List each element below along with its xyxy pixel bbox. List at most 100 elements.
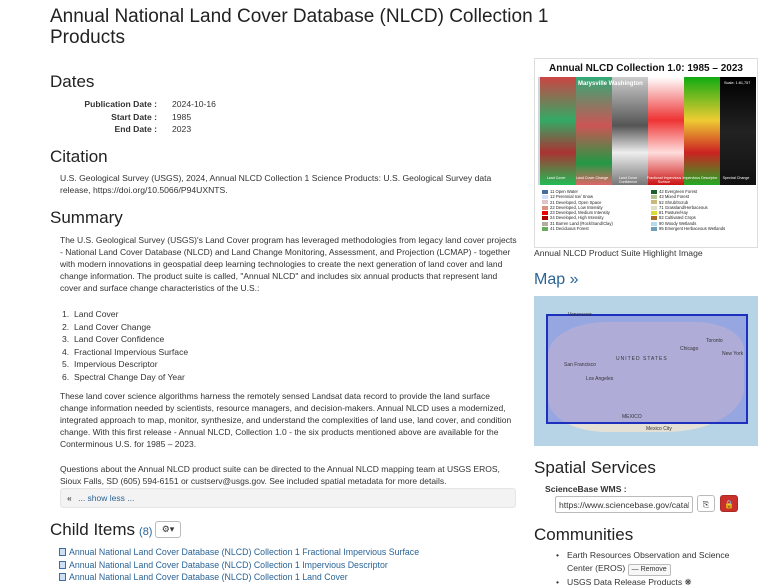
map-place-label: Vancouver	[568, 312, 592, 318]
gear-icon: ⚙	[161, 524, 170, 534]
legend-label: 81 Pasture/Hay	[659, 210, 688, 216]
citation-heading: Citation	[50, 147, 108, 166]
legend-swatch	[651, 226, 657, 231]
map-place-label: Mexico City	[646, 426, 672, 432]
show-less-toggle[interactable]: « ... show less ...	[60, 488, 516, 508]
summary-paragraph-1: The U.S. Geological Survey (USGS)'s Land…	[60, 235, 517, 293]
map-place-label: San Francisco	[564, 362, 596, 368]
page-title: Annual National Land Cover Database (NLC…	[50, 6, 549, 48]
communities-list: Earth Resources Observation and Science …	[556, 549, 746, 587]
legend-swatch	[542, 226, 548, 231]
map-extent-rectangle	[546, 314, 748, 424]
date-value: 1985	[172, 111, 192, 122]
legend-swatch	[651, 211, 657, 216]
document-icon	[59, 548, 66, 557]
scale-label: Scale: 1:81,757	[724, 81, 751, 85]
map-place-label: MEXICO	[622, 414, 642, 420]
highlight-image-caption: Annual NLCD Product Suite Highlight Imag…	[534, 248, 703, 258]
legend-label: 11 Open Water	[550, 189, 578, 194]
impervious-surface-panel	[648, 77, 684, 185]
legend-swatch	[651, 195, 657, 200]
dates-heading: Dates	[50, 72, 95, 91]
chevron-up-icon: «	[67, 493, 72, 503]
list-item: 6. Spectral Change Day of Year	[62, 371, 185, 382]
spectral-change-panel	[720, 77, 756, 185]
child-items-heading: Child Items (8)	[50, 520, 153, 539]
legend-label: 24 Developed, High Intensity	[550, 215, 604, 221]
legend-swatch	[651, 200, 657, 205]
wms-url-field[interactable]	[555, 496, 693, 513]
child-items-count: (8)	[139, 526, 153, 538]
copy-url-button[interactable]: ⎘	[697, 495, 715, 512]
map-place-label: New York	[722, 351, 744, 357]
legend-label: 82 Cultivated Crops	[659, 215, 696, 221]
publication-date-row: Publication Date : 2024-10-16	[60, 98, 216, 111]
citation-text: U.S. Geological Survey (USGS), 2024, Ann…	[60, 173, 492, 195]
child-item-link[interactable]: Annual National Land Cover Database (NLC…	[59, 559, 419, 572]
legend-swatch	[651, 205, 657, 210]
legend-label: 31 Barren Land (Rock/Sand/Clay)	[550, 220, 613, 226]
map-place-label: Chicago	[680, 346, 699, 352]
summary-paragraph-2: These land cover science algorithms harn…	[60, 391, 512, 449]
list-item: 4. Fractional Impervious Surface	[62, 346, 189, 357]
document-icon	[59, 573, 66, 582]
panel-labels: Land Cover Land Cover Change Land Cover …	[546, 176, 750, 184]
child-items-list: Annual National Land Cover Database (NLC…	[59, 546, 419, 584]
map-place-label: Los Angeles	[586, 376, 614, 382]
legend-label: 43 Mixed Forest	[659, 194, 690, 200]
legend-label: 52 Shrub/Scrub	[659, 199, 689, 205]
product-panels: Marysville Washington Scale: 1:81,757 La…	[538, 77, 756, 185]
lock-icon: 🔒	[724, 500, 734, 509]
legend-label: 22 Developed, Low Intensity	[550, 204, 603, 210]
spatial-services-heading: Spatial Services	[534, 458, 656, 477]
map-link[interactable]: Map »	[534, 271, 578, 289]
map-place-label: Toronto	[706, 338, 723, 344]
date-label: End Date :	[114, 124, 158, 134]
legend-swatch	[651, 189, 657, 194]
dates-table: Publication Date : 2024-10-16 Start Date…	[60, 98, 216, 136]
legend-swatch	[542, 216, 548, 221]
map-inset-label: Marysville Washington	[578, 81, 643, 87]
impervious-descriptor-panel	[684, 77, 720, 185]
legend-label: 42 Evergreen Forest	[659, 189, 698, 194]
legend-swatch	[542, 189, 548, 194]
minus-icon: —	[631, 565, 641, 573]
child-items-options-button[interactable]: ⚙▾	[155, 521, 181, 538]
legend-column-left: 11 Open Water 12 Perennial Ice/ Snow 21 De…	[538, 189, 647, 247]
legend-swatch	[542, 211, 548, 216]
legend-swatch	[651, 221, 657, 226]
list-item: 1. Land Cover	[62, 309, 119, 319]
child-item-link[interactable]: Annual National Land Cover Database (NLC…	[59, 546, 419, 559]
legend-swatch	[542, 195, 548, 200]
communities-heading: Communities	[534, 525, 634, 544]
wms-label: ScienceBase WMS :	[545, 484, 627, 494]
legend-entry: 41 Deciduous Forest	[542, 226, 647, 231]
community-item: Earth Resources Observation and Science …	[556, 549, 746, 576]
legend-label: 21 Developed, Open Space	[550, 199, 602, 205]
product-list: 1. Land Cover 2. Land Cover Change 3. Land …	[62, 308, 188, 383]
date-label: Start Date :	[111, 111, 157, 122]
list-item: 5. Impervious Descriptor	[62, 359, 158, 369]
legend-label: 95 Emergent Herbaceous Wetlands	[659, 226, 726, 232]
land-cover-legend: 11 Open Water 12 Perennial Ice/ Snow 21 De…	[538, 189, 756, 247]
date-label: Publication Date :	[84, 99, 157, 109]
legend-label: 41 Deciduous Forest	[550, 226, 589, 232]
list-item: 3. Land Cover Confidence	[62, 334, 165, 344]
legend-label: 71 Grassland/Herbaceous	[659, 204, 708, 210]
legend-label: 12 Perennial Ice/ Snow	[550, 194, 594, 200]
legend-swatch	[542, 200, 548, 205]
summary-heading: Summary	[50, 208, 123, 227]
remove-community-button[interactable]: — Remove	[627, 563, 671, 576]
summary-paragraph-3: Questions about the Annual NLCD product …	[60, 464, 500, 486]
legend-swatch	[651, 216, 657, 221]
map-view[interactable]: Vancouver Chicago Toronto New York UNITE…	[534, 296, 758, 446]
lock-button[interactable]: 🔒	[720, 495, 738, 512]
community-item[interactable]: USGS Data Release Products ❋	[556, 576, 746, 587]
legend-swatch	[542, 205, 548, 210]
legend-column-right: 42 Evergreen Forest 43 Mixed Forest 52 Shr…	[647, 189, 756, 247]
legend-swatch	[542, 221, 548, 226]
child-item-link[interactable]: Annual National Land Cover Database (NLC…	[59, 571, 419, 584]
end-date-row: End Date : 2023	[60, 123, 216, 136]
highlight-image[interactable]: Annual NLCD Collection 1.0: 1985 – 2023 …	[534, 58, 758, 248]
list-item: 2. Land Cover Change	[62, 321, 151, 332]
